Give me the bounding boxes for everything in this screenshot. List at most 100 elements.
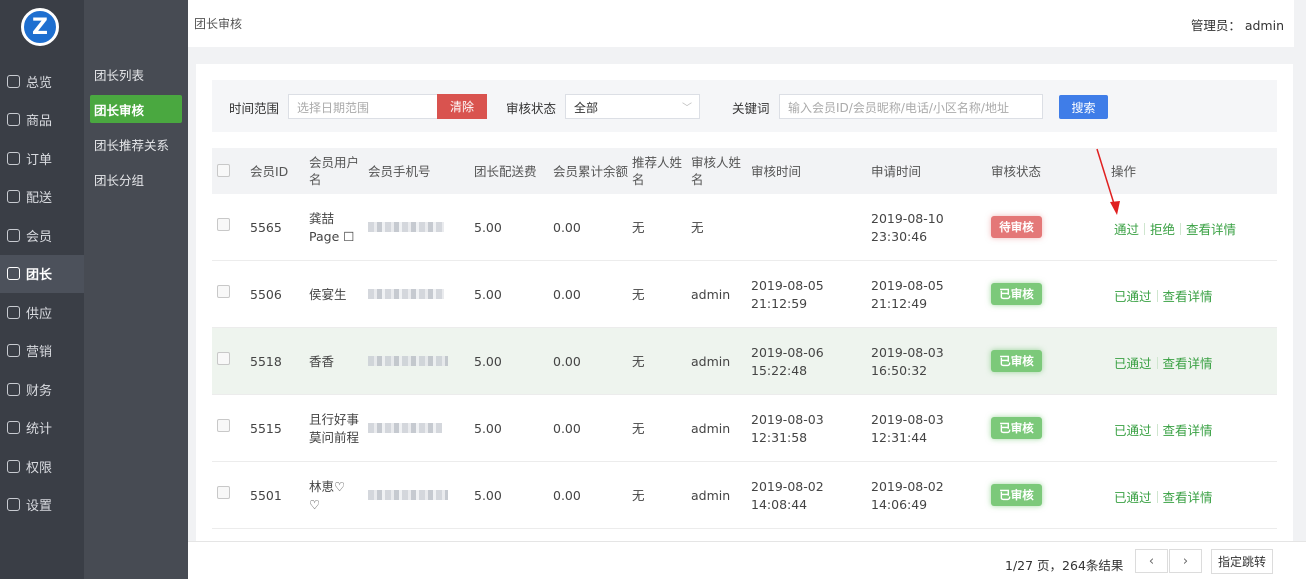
chevron-right-icon: › bbox=[1182, 553, 1189, 569]
supply-icon bbox=[7, 305, 20, 319]
audit-clock: 15:22:48 bbox=[751, 363, 808, 378]
row-actions: 通过 拒绝 查看详情 bbox=[1114, 219, 1236, 238]
divider bbox=[1156, 289, 1158, 302]
nav-label: 供应 bbox=[26, 306, 53, 322]
nav-label: 会员 bbox=[26, 229, 53, 245]
referrer: 无 bbox=[632, 287, 645, 302]
nav-item-permission[interactable]: 权限 bbox=[0, 447, 84, 486]
nav-item-delivery[interactable]: 配送 bbox=[0, 178, 84, 217]
date-range-input[interactable]: 选择日期范围 bbox=[288, 94, 438, 119]
row-checkbox[interactable] bbox=[217, 218, 230, 231]
clear-button[interactable]: 清除 bbox=[437, 94, 487, 119]
view-details-link[interactable]: 查看详情 bbox=[1186, 219, 1236, 238]
filter-bar: 时间范围 选择日期范围 清除 审核状态 全部 ﹀ 关键词 输入会员ID/会员昵称… bbox=[212, 80, 1277, 132]
nav-item-settings[interactable]: 设置 bbox=[0, 486, 84, 525]
nav-item-members[interactable]: 会员 bbox=[0, 216, 84, 255]
audit-clock: 12:31:58 bbox=[751, 430, 808, 445]
member-name-line2: Page ☐ bbox=[309, 229, 355, 244]
approve-link[interactable]: 通过 bbox=[1114, 219, 1139, 238]
balance: 0.00 bbox=[553, 488, 581, 503]
select-all-checkbox[interactable] bbox=[217, 164, 230, 177]
row-actions: 已通过 查看详情 bbox=[1114, 487, 1213, 506]
apply-date: 2019-08-05 bbox=[871, 278, 944, 293]
goods-icon bbox=[7, 113, 20, 127]
audit-date: 2019-08-03 bbox=[751, 412, 824, 427]
approved-label: 已通过 bbox=[1114, 289, 1152, 304]
page-info: 1/27 页，264条结果 bbox=[1005, 558, 1124, 573]
search-button[interactable]: 搜索 bbox=[1059, 95, 1108, 119]
nav-item-stats[interactable]: 统计 bbox=[0, 409, 84, 448]
nav-label: 订单 bbox=[26, 152, 53, 168]
blurred-phone bbox=[368, 289, 444, 299]
nav-item-orders[interactable]: 订单 bbox=[0, 139, 84, 178]
referrer: 无 bbox=[632, 421, 645, 436]
member-id: 5501 bbox=[250, 488, 282, 503]
referrer: 无 bbox=[632, 488, 645, 503]
view-details-link[interactable]: 查看详情 bbox=[1163, 286, 1213, 305]
member-name: 龚喆 bbox=[309, 211, 335, 226]
jump-to-page-button[interactable]: 指定跳转 bbox=[1211, 549, 1273, 574]
nav-item-supply[interactable]: 供应 bbox=[0, 293, 84, 332]
col-status: 审核状态 bbox=[991, 164, 1042, 179]
finance-icon bbox=[7, 382, 20, 396]
row-actions: 已通过 查看详情 bbox=[1114, 420, 1213, 439]
col-id: 会员ID bbox=[250, 164, 289, 179]
prev-page-button[interactable]: ‹ bbox=[1135, 549, 1168, 573]
row-checkbox[interactable] bbox=[217, 486, 230, 499]
apply-date: 2019-08-03 bbox=[871, 345, 944, 360]
row-actions: 已通过 查看详情 bbox=[1114, 286, 1213, 305]
nav-label: 统计 bbox=[26, 422, 53, 438]
reject-link[interactable]: 拒绝 bbox=[1150, 219, 1175, 238]
nav-item-finance[interactable]: 财务 bbox=[0, 370, 84, 409]
leader-icon bbox=[7, 267, 20, 281]
top-header: 团长审核 管理员： admin bbox=[188, 0, 1294, 47]
subnav-leader-audit[interactable]: 团长审核 bbox=[90, 95, 182, 123]
apply-clock: 23:30:46 bbox=[871, 229, 928, 244]
divider bbox=[1156, 490, 1158, 503]
nav-label: 总览 bbox=[26, 75, 53, 91]
nav-label: 配送 bbox=[26, 191, 53, 207]
divider bbox=[1156, 423, 1158, 436]
audit-status-select[interactable]: 全部 ﹀ bbox=[565, 94, 700, 119]
nav-label: 营销 bbox=[26, 345, 53, 361]
view-details-link[interactable]: 查看详情 bbox=[1163, 420, 1213, 439]
view-details-link[interactable]: 查看详情 bbox=[1163, 353, 1213, 372]
row-checkbox[interactable] bbox=[217, 352, 230, 365]
auditor: admin bbox=[691, 287, 731, 302]
balance: 0.00 bbox=[553, 287, 581, 302]
subnav-leader-referral[interactable]: 团长推荐关系 bbox=[90, 130, 182, 158]
col-username: 会员用户名 bbox=[309, 155, 360, 187]
referrer: 无 bbox=[632, 220, 645, 235]
nav-item-marketing[interactable]: 营销 bbox=[0, 332, 84, 371]
subnav-leader-group[interactable]: 团长分组 bbox=[90, 165, 182, 193]
apply-date: 2019-08-03 bbox=[871, 412, 944, 427]
nav-item-goods[interactable]: 商品 bbox=[0, 101, 84, 140]
nav-label: 商品 bbox=[26, 114, 53, 130]
row-checkbox[interactable] bbox=[217, 419, 230, 432]
leader-fee: 5.00 bbox=[474, 287, 502, 302]
keyword-input[interactable]: 输入会员ID/会员昵称/电话/小区名称/地址 bbox=[779, 94, 1043, 119]
referrer: 无 bbox=[632, 354, 645, 369]
status-badge: 已审核 bbox=[991, 283, 1042, 305]
auditor: admin bbox=[691, 488, 731, 503]
nav-item-overview[interactable]: 总览 bbox=[0, 62, 84, 101]
status-badge: 已审核 bbox=[991, 484, 1042, 506]
annotation-arrow-icon bbox=[1096, 148, 1120, 215]
next-page-button[interactable]: › bbox=[1169, 549, 1202, 573]
subnav-leader-list[interactable]: 团长列表 bbox=[90, 60, 182, 88]
member-name-line2: ♡ bbox=[309, 497, 321, 512]
nav-item-leaders[interactable]: 团长 bbox=[0, 254, 84, 293]
member-id: 5506 bbox=[250, 287, 282, 302]
row-checkbox[interactable] bbox=[217, 285, 230, 298]
approved-label: 已通过 bbox=[1114, 356, 1152, 371]
nav-label: 团长 bbox=[26, 268, 53, 284]
audit-date: 2019-08-05 bbox=[751, 278, 824, 293]
member-name: 侯宴生 bbox=[309, 287, 347, 302]
table-row: 5518 香香 5.00 0.00 无 admin 2019-08-06 15:… bbox=[212, 328, 1277, 395]
view-details-link[interactable]: 查看详情 bbox=[1163, 487, 1213, 506]
auditor: admin bbox=[691, 354, 731, 369]
settings-icon bbox=[7, 498, 20, 512]
col-phone: 会员手机号 bbox=[368, 164, 431, 179]
audit-clock: 21:12:59 bbox=[751, 296, 808, 311]
audit-clock: 14:08:44 bbox=[751, 497, 808, 512]
